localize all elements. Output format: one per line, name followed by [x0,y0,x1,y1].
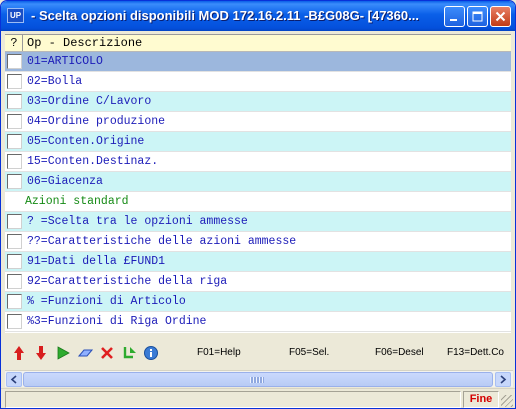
app-icon[interactable]: UP [7,8,24,23]
row-checkbox[interactable] [7,234,22,249]
list-item[interactable]: 92=Caratteristiche della riga [5,272,511,292]
row-label: 92=Caratteristiche della riga [27,275,228,288]
f01-help-button[interactable]: F01=Help [197,347,241,358]
close-button[interactable] [490,6,511,27]
header-select-column[interactable]: ? [6,35,23,51]
list-item[interactable]: 01=ARTICOLO [5,52,511,72]
bottom-toolbar: F01=Help F05=Sel. F06=Desel F13=Dett.Co [5,338,511,368]
arrow-down-icon[interactable] [33,344,49,362]
status-message [5,391,461,408]
f05-select-button[interactable]: F05=Sel. [289,347,329,358]
maximize-icon [472,11,483,22]
refresh-icon[interactable] [121,344,137,362]
maximize-button[interactable] [467,6,488,27]
options-list: 01=ARTICOLO 02=Bolla 03=Ordine C/Lavoro 04=… [5,52,511,333]
f13-detail-button[interactable]: F13=Dett.Co [447,347,511,358]
resize-grip-icon[interactable] [501,395,513,407]
row-label: 06=Giacenza [27,175,103,188]
status-fine-label: Fine [463,391,499,408]
row-checkbox[interactable] [7,274,22,289]
row-label: 02=Bolla [27,75,83,88]
scroll-thumb[interactable] [23,372,493,387]
row-checkbox[interactable] [7,54,22,69]
f06-deselect-button[interactable]: F06=Desel [375,347,424,358]
row-checkbox[interactable] [7,294,22,309]
row-checkbox[interactable] [7,154,22,169]
status-bar: Fine [1,388,515,408]
row-label: 15=Conten.Destinaz. [27,155,159,168]
list-item[interactable]: 03=Ordine C/Lavoro [5,92,511,112]
eraser-icon[interactable] [77,344,93,362]
list-item[interactable]: ??=Caratteristiche delle azioni ammesse [5,232,511,252]
row-checkbox[interactable] [7,94,22,109]
horizontal-scrollbar[interactable] [5,370,513,387]
row-checkbox[interactable] [7,314,22,329]
close-icon [495,11,506,22]
grid-header: ? Op - Descrizione [5,34,511,52]
list-item[interactable]: 04=Ordine produzione [5,112,511,132]
delete-icon[interactable] [99,344,115,362]
row-label: 91=Dati della £FUND1 [27,255,166,268]
row-label: ??=Caratteristiche delle azioni ammesse [27,235,297,248]
row-label: Azioni standard [25,195,129,208]
scroll-right-button[interactable] [495,372,511,387]
play-icon[interactable] [55,344,71,362]
scroll-left-button[interactable] [6,372,22,387]
row-checkbox[interactable] [7,254,22,269]
grip-icon [250,377,264,383]
row-checkbox[interactable] [7,134,22,149]
window-title: - Scelta opzioni disponibili MOD 172.16.… [31,8,419,23]
row-checkbox[interactable] [7,114,22,129]
arrow-up-icon[interactable] [11,344,27,362]
row-checkbox[interactable] [7,74,22,89]
row-label: % =Funzioni di Articolo [27,295,186,308]
row-label: 04=Ordine produzione [27,115,166,128]
header-description-column[interactable]: Op - Descrizione [27,35,142,51]
main-window: UP - Scelta opzioni disponibili MOD 172.… [0,0,516,409]
list-item[interactable]: % =Funzioni di Articolo [5,292,511,312]
row-checkbox[interactable] [7,174,22,189]
row-label: 01=ARTICOLO [27,55,103,68]
chevron-right-icon [500,375,507,384]
list-item[interactable]: 06=Giacenza [5,172,511,192]
list-item[interactable]: 15=Conten.Destinaz. [5,152,511,172]
row-label: 03=Ordine C/Lavoro [27,95,152,108]
row-label: ? =Scelta tra le opzioni ammesse [27,215,248,228]
title-bar[interactable]: UP - Scelta opzioni disponibili MOD 172.… [1,1,515,31]
info-icon[interactable] [143,344,159,362]
row-label: 05=Conten.Origine [27,135,145,148]
row-checkbox[interactable] [7,214,22,229]
minimize-button[interactable] [444,6,465,27]
list-item[interactable]: 91=Dati della £FUND1 [5,252,511,272]
row-label: %3=Funzioni di Riga Ordine [27,315,207,328]
list-item[interactable]: ? =Scelta tra le opzioni ammesse [5,212,511,232]
list-item[interactable]: %3=Funzioni di Riga Ordine [5,312,511,332]
minimize-icon [450,19,457,21]
section-header: Azioni standard [5,192,511,212]
list-item[interactable]: 05=Conten.Origine [5,132,511,152]
list-item[interactable]: 02=Bolla [5,72,511,92]
chevron-left-icon [10,375,17,384]
